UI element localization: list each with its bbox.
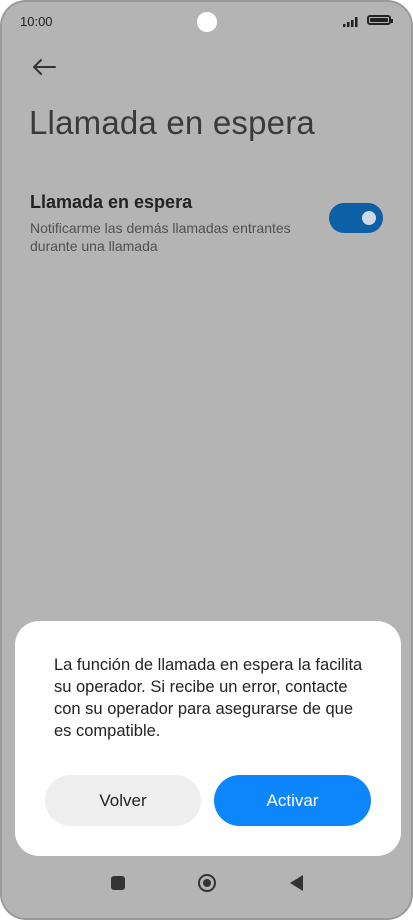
activate-button[interactable]: Activar xyxy=(214,775,371,826)
cancel-button[interactable]: Volver xyxy=(45,775,201,826)
call-waiting-setting[interactable]: Llamada en espera Notificarme las demás … xyxy=(30,192,330,255)
home-icon[interactable] xyxy=(198,874,216,892)
front-camera xyxy=(197,12,217,32)
phone-screen: 10:00 Llamada en espera Llamada en esper… xyxy=(0,0,413,920)
status-time: 10:00 xyxy=(20,14,53,29)
setting-description: Notificarme las demás llamadas entrantes… xyxy=(30,220,291,254)
call-waiting-toggle[interactable] xyxy=(329,203,383,233)
arrow-left-icon xyxy=(33,59,56,75)
navigation-bar xyxy=(2,858,411,918)
setting-title: Llamada en espera xyxy=(30,192,193,212)
confirmation-dialog: La función de llamada en espera la facil… xyxy=(15,621,401,856)
page-title: Llamada en espera xyxy=(29,104,315,141)
back-icon[interactable] xyxy=(290,875,303,891)
signal-icon xyxy=(343,17,358,27)
back-button[interactable] xyxy=(30,54,58,80)
battery-icon xyxy=(367,15,393,25)
dialog-message: La función de llamada en espera la facil… xyxy=(54,656,363,740)
recent-apps-icon[interactable] xyxy=(111,876,125,890)
toggle-knob xyxy=(362,211,376,225)
status-bar: 10:00 xyxy=(2,2,411,42)
